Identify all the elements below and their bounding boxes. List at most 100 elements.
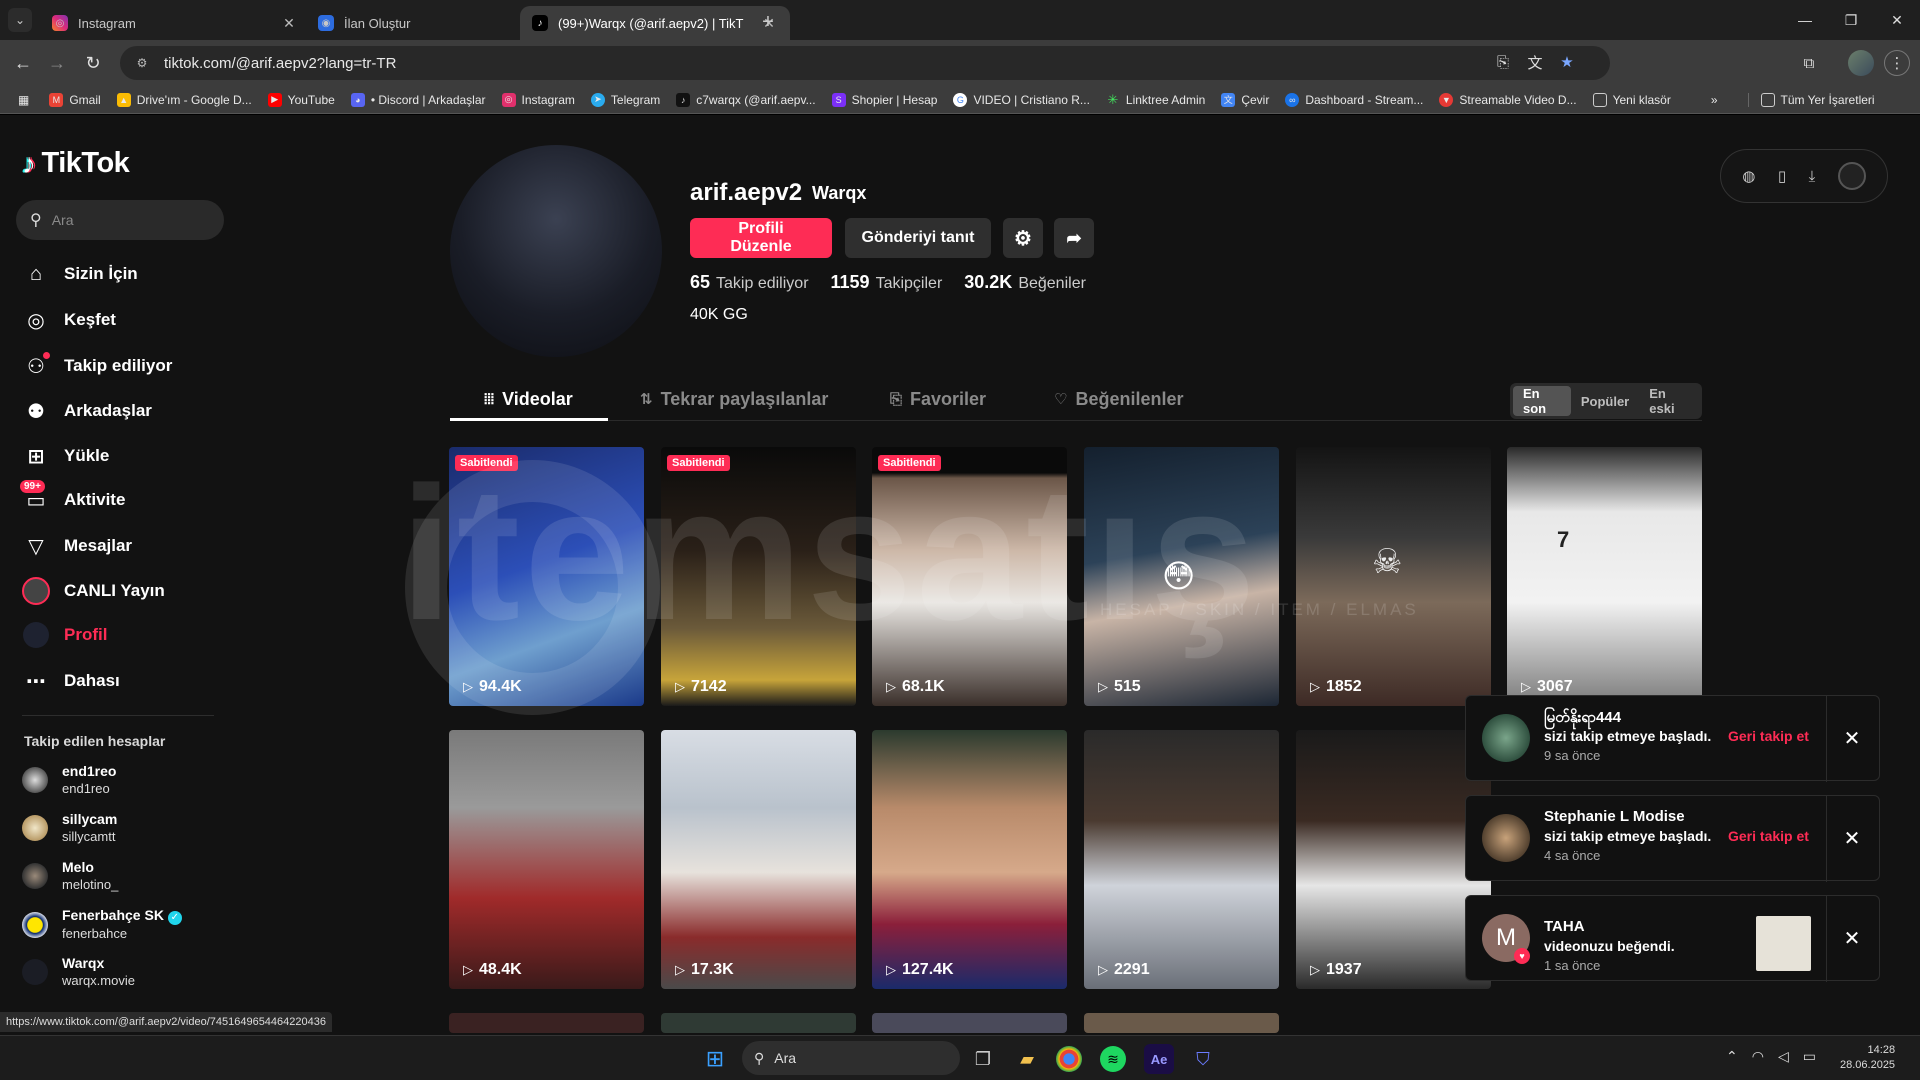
sidebar-item-more[interactable]: ⋯ Dahası bbox=[22, 667, 120, 695]
notification-card[interactable]: Stephanie L Modise sizi takip etmeye baş… bbox=[1465, 795, 1880, 882]
follow-back-button[interactable]: Geri takip et bbox=[1728, 728, 1809, 744]
tab-videos[interactable]: ⦙⦙⦙ Videolar bbox=[484, 377, 573, 421]
video-card[interactable]: ▷ 2291 bbox=[1084, 730, 1279, 989]
bookmark-item[interactable]: G VIDEO | Cristiano R... bbox=[953, 92, 1090, 107]
browser-menu-icon[interactable]: ⋮ bbox=[1884, 50, 1910, 76]
extensions-icon[interactable]: ⧉ bbox=[1796, 50, 1822, 76]
video-card[interactable]: ☠ ▷ 1852 bbox=[1296, 447, 1491, 706]
tab-liked[interactable]: ♡ Beğenilenler bbox=[1054, 377, 1184, 421]
bookmark-item[interactable]: ♪ c7warqx (@arif.aepv... bbox=[676, 92, 816, 107]
all-bookmarks[interactable]: Tüm Yer İşaretleri bbox=[1747, 92, 1875, 107]
sidebar-item-explore[interactable]: ◎ Keşfet bbox=[22, 306, 116, 334]
sidebar-item-friends[interactable]: ⚉ Arkadaşlar bbox=[22, 397, 152, 425]
video-card[interactable]: Sabitlendi ▷ 68.1K bbox=[872, 447, 1067, 706]
back-icon[interactable]: ← bbox=[10, 50, 36, 76]
tab-favorites[interactable]: ⎘ Favoriler bbox=[890, 377, 986, 421]
sort-latest[interactable]: En son bbox=[1513, 386, 1571, 416]
translate-icon[interactable]: 文 bbox=[1524, 51, 1546, 73]
promote-post-button[interactable]: Gönderiyi tanıt bbox=[845, 218, 991, 258]
chrome-icon[interactable] bbox=[1056, 1046, 1082, 1072]
search-input[interactable]: ⚲ Ara bbox=[16, 200, 224, 240]
spotify-icon[interactable]: ≋ bbox=[1100, 1046, 1126, 1072]
profile-avatar-button[interactable] bbox=[1848, 50, 1874, 76]
followed-account[interactable]: end1reo end1reo bbox=[22, 763, 116, 797]
bookmark-item[interactable]: M Gmail bbox=[49, 92, 101, 107]
tiktok-logo[interactable]: ♪ TikTok bbox=[22, 147, 130, 180]
video-card[interactable]: 😳 ▷ 515 bbox=[1084, 447, 1279, 706]
download-icon[interactable]: ⤓ bbox=[1809, 168, 1816, 185]
stat-followers[interactable]: 1159 Takipçiler bbox=[831, 272, 943, 293]
settings-button[interactable]: ⚙ bbox=[1003, 218, 1043, 258]
close-icon[interactable]: ✕ bbox=[1840, 926, 1864, 950]
taskbar-search[interactable]: ⚲ Ara bbox=[742, 1041, 960, 1075]
bookmark-item[interactable]: ➤ Telegram bbox=[590, 92, 660, 107]
video-card[interactable]: ▷ 127.4K bbox=[872, 730, 1067, 989]
video-card[interactable] bbox=[872, 1013, 1067, 1033]
windows-start-icon[interactable]: ⊞ bbox=[700, 1044, 730, 1074]
profile-avatar-large[interactable] bbox=[450, 145, 662, 357]
stat-following[interactable]: 65 Takip ediliyor bbox=[690, 272, 809, 293]
video-card[interactable]: Sabitlendi ▷ 94.4K bbox=[449, 447, 644, 706]
sidebar-item-live[interactable]: CANLI Yayın bbox=[22, 577, 165, 605]
bookmark-item[interactable]: ◎ Instagram bbox=[501, 92, 575, 107]
bookmark-item[interactable]: ∞ Dashboard - Stream... bbox=[1285, 92, 1423, 107]
coin-icon[interactable]: ◍ bbox=[1742, 167, 1755, 185]
followed-account[interactable]: sillycam sillycamtt bbox=[22, 811, 117, 845]
install-app-icon[interactable]: ⎘ bbox=[1492, 51, 1514, 73]
volume-icon[interactable]: ◁ bbox=[1778, 1048, 1789, 1065]
url-text[interactable]: tiktok.com/@arif.aepv2?lang=tr-TR bbox=[164, 55, 396, 72]
video-card[interactable]: 7 ▷ 3067 bbox=[1507, 447, 1702, 706]
bookmark-item[interactable]: ◕ • Discord | Arkadaşlar bbox=[350, 92, 486, 107]
minimize-icon[interactable]: — bbox=[1790, 8, 1820, 32]
notification-card[interactable]: မြတ်နိုးရာ444 sizi takip etmeye başladı.… bbox=[1465, 695, 1880, 782]
followed-account[interactable]: Warqx warqx.movie bbox=[22, 955, 135, 989]
sidebar-item-for-you[interactable]: ⌂ Sizin İçin bbox=[22, 260, 138, 288]
bookmark-item[interactable]: ▶ YouTube bbox=[267, 92, 335, 107]
clock[interactable]: 14:28 28.06.2025 bbox=[1840, 1043, 1895, 1073]
video-card[interactable]: ▷ 48.4K bbox=[449, 730, 644, 989]
sidebar-item-upload[interactable]: ⊞ Yükle bbox=[22, 442, 110, 470]
video-card[interactable]: ▷ 17.3K bbox=[661, 730, 856, 989]
bookmark-item[interactable]: ✳ Linktree Admin bbox=[1106, 92, 1205, 107]
video-card[interactable] bbox=[449, 1013, 644, 1033]
address-bar[interactable]: ⚙ tiktok.com/@arif.aepv2?lang=tr-TR ⎘ 文 … bbox=[120, 46, 1610, 80]
notification-card[interactable]: M ♥ TAHA videonuzu beğendi. 1 sa önce ✕ bbox=[1465, 895, 1880, 982]
bookmark-item[interactable]: 文 Çevir bbox=[1221, 92, 1269, 107]
reload-icon[interactable]: ↻ bbox=[80, 50, 106, 76]
restore-icon[interactable]: ❐ bbox=[1836, 8, 1866, 32]
bookmark-item[interactable]: ▲ Drive'ım - Google D... bbox=[116, 92, 252, 107]
video-thumbnail[interactable] bbox=[1756, 916, 1811, 971]
sort-oldest[interactable]: En eski bbox=[1639, 386, 1699, 416]
tab-search-icon[interactable]: ⌄ bbox=[8, 8, 32, 32]
battery-icon[interactable]: ▭ bbox=[1803, 1048, 1816, 1065]
wifi-icon[interactable]: ◠ bbox=[1752, 1048, 1764, 1065]
bookmark-item[interactable]: Yeni klasör bbox=[1592, 92, 1671, 107]
browser-tab[interactable]: ◎ Instagram ✕ bbox=[40, 6, 310, 40]
followed-account[interactable]: Fenerbahçe SK ✓ fenerbahce bbox=[22, 907, 182, 942]
sidebar-item-profile[interactable]: Profil bbox=[22, 621, 107, 649]
apps-icon[interactable]: ▦ bbox=[18, 93, 29, 107]
chevron-up-icon[interactable]: ⌃ bbox=[1726, 1048, 1738, 1065]
bookmark-item[interactable]: S Shopier | Hesap bbox=[831, 92, 937, 107]
share-button[interactable]: ➦ bbox=[1054, 218, 1094, 258]
close-icon[interactable]: ✕ bbox=[1840, 726, 1864, 750]
bookmark-star-icon[interactable]: ★ bbox=[1556, 51, 1578, 73]
close-window-icon[interactable]: ✕ bbox=[1882, 8, 1912, 32]
video-card[interactable]: Sabitlendi ▷ 7142 bbox=[661, 447, 856, 706]
sidebar-item-following[interactable]: ⚇ Takip ediliyor bbox=[22, 352, 172, 380]
task-view-icon[interactable]: ❐ bbox=[968, 1044, 998, 1074]
phone-icon[interactable]: ▯ bbox=[1778, 167, 1786, 185]
bookmark-item[interactable]: ▼ Streamable Video D... bbox=[1439, 92, 1577, 107]
sidebar-item-messages[interactable]: ▽ Mesajlar bbox=[22, 532, 132, 560]
follow-back-button[interactable]: Geri takip et bbox=[1728, 828, 1809, 844]
new-tab-icon[interactable]: + bbox=[756, 10, 780, 34]
sidebar-item-activity[interactable]: ▭ 99+ Aktivite bbox=[20, 480, 125, 514]
file-explorer-icon[interactable]: ▰ bbox=[1012, 1044, 1042, 1074]
site-info-icon[interactable]: ⚙ bbox=[134, 55, 150, 71]
followed-account[interactable]: Melo melotino_ bbox=[22, 859, 118, 893]
browser-tab-active[interactable]: ♪ (99+)Warqx (@arif.aepv2) | TikT ✕ bbox=[520, 6, 790, 40]
more-bookmarks-icon[interactable]: » bbox=[1711, 93, 1718, 107]
forward-icon[interactable]: → bbox=[44, 50, 70, 76]
after-effects-icon[interactable]: Ae bbox=[1144, 1044, 1174, 1074]
vpn-shield-icon[interactable]: ⛉ bbox=[1188, 1044, 1218, 1074]
